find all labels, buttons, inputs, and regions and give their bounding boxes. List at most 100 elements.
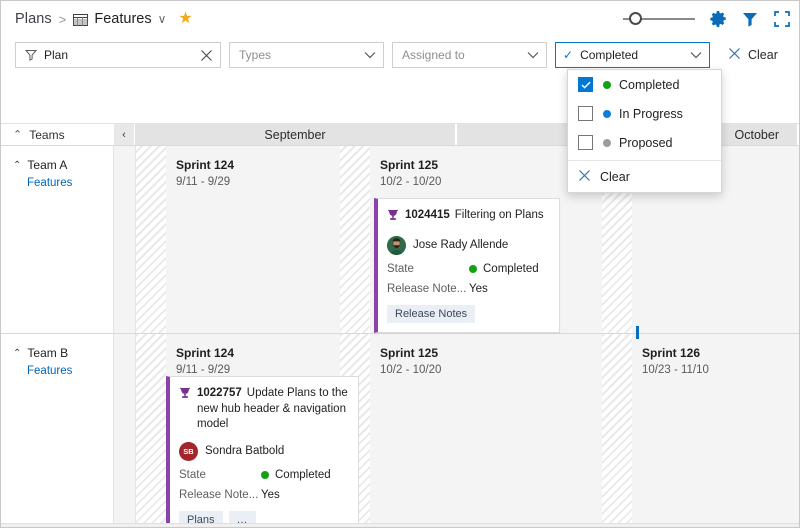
chevron-down-icon[interactable]: ∨ (158, 12, 167, 26)
sprint-dates: 10/2 - 10/20 (380, 364, 442, 376)
lane-gutter (114, 334, 136, 525)
sprint-gap-hatch (340, 146, 370, 333)
team-name-label: Team B (27, 346, 69, 360)
search-input-value: Plan (44, 48, 69, 62)
fullscreen-icon[interactable] (773, 10, 791, 28)
work-item-title-text: 1024415 Filtering on Plans (405, 208, 544, 224)
sprint-name: Sprint 125 (380, 346, 439, 360)
state-dot-icon (603, 138, 611, 147)
teams-column-header[interactable]: ⌃ Teams (1, 124, 114, 145)
sprint-cell: Sprint 125 10/2 - 10/20 (370, 334, 602, 525)
breadcrumb-root[interactable]: Plans (15, 11, 52, 27)
search-input[interactable]: Plan (15, 42, 221, 68)
team-name-label: Team A (27, 158, 68, 172)
work-item-field: Release Note... Yes (179, 489, 348, 501)
state-dot-icon (469, 264, 477, 273)
work-item-title-text: 1022757 Update Plans to the new hub heade… (197, 386, 348, 433)
close-icon (578, 169, 591, 185)
state-option-proposed[interactable]: Proposed (568, 128, 721, 157)
zoom-slider-knob[interactable] (629, 12, 642, 25)
team-row: ⌃ Team B Features Sprint 124 9/11 - 9/29 (1, 326, 799, 527)
assignee-name: Jose Rady Allende (413, 239, 509, 252)
types-filter-dropdown[interactable]: Types (229, 42, 384, 68)
work-item-card[interactable]: 1024415 Filtering on Plans Jose Rady All… (374, 198, 560, 333)
work-item-tags: Release Notes (387, 304, 549, 323)
field-name: State (179, 468, 206, 481)
team-backlog-link[interactable]: Features (27, 365, 113, 377)
lane-gutter (114, 146, 136, 333)
plan-board: ⌃ Team A Features Sprint 124 9/11 - 9/29… (1, 146, 799, 527)
sprint-dates: 9/11 - 9/29 (176, 364, 231, 376)
sprint-cell: Sprint 126 10/23 - 11/10 (632, 334, 798, 525)
assigned-to-filter-placeholder: Assigned to (402, 48, 465, 62)
tag[interactable]: Release Notes (387, 304, 476, 323)
sprint-dates: 9/11 - 9/29 (176, 176, 231, 188)
state-option-label: Proposed (619, 135, 673, 150)
close-icon (728, 47, 741, 63)
toolbar (623, 1, 791, 37)
types-filter-placeholder: Types (239, 48, 272, 62)
work-item-field: State Completed (179, 469, 348, 481)
state-filter-value: Completed (580, 48, 639, 62)
collapse-timeline-button[interactable]: ‹ (114, 124, 135, 145)
state-option-completed[interactable]: Completed (568, 70, 721, 99)
field-value-text: Yes (469, 282, 488, 295)
breadcrumb: Plans > Features ∨ ★ (1, 1, 799, 37)
zoom-slider[interactable] (623, 11, 695, 27)
chevron-down-icon (690, 51, 702, 59)
gear-icon[interactable] (709, 10, 727, 28)
state-option-in-progress[interactable]: In Progress (568, 99, 721, 128)
trophy-icon (179, 387, 191, 405)
team-info-cell: ⌃ Team B Features (1, 334, 114, 525)
breadcrumb-separator: > (58, 11, 67, 27)
sprint-dates: 10/23 - 11/10 (642, 364, 709, 376)
work-item-id: 1024415 (405, 209, 450, 221)
work-item-field: State Completed (387, 263, 549, 275)
horizontal-scrollbar[interactable] (1, 523, 799, 527)
work-item-title-row: 1022757 Update Plans to the new hub heade… (179, 386, 348, 433)
work-item-card[interactable]: 1022757 Update Plans to the new hub heade… (166, 376, 359, 527)
check-icon: ✓ (563, 48, 574, 62)
checkbox-icon[interactable] (578, 135, 593, 150)
checkbox-checked-icon[interactable] (578, 77, 593, 92)
month-header-september: September (135, 124, 457, 145)
sprint-gap-hatch (136, 334, 166, 525)
team-name-toggle[interactable]: ⌃ Team B (13, 346, 113, 360)
trophy-icon (387, 209, 399, 227)
state-dot-icon (603, 109, 611, 118)
state-filter-dropdown[interactable]: ✓ Completed (555, 42, 710, 68)
filter-icon[interactable] (741, 10, 759, 28)
state-dot-icon (261, 470, 269, 479)
work-item-title-row: 1024415 Filtering on Plans (387, 208, 549, 227)
team-info-cell: ⌃ Team A Features (1, 146, 114, 333)
favorite-star-icon[interactable]: ★ (178, 11, 192, 27)
clear-filters-button[interactable]: Clear (728, 47, 778, 63)
clear-filters-label: Clear (748, 48, 778, 62)
breadcrumb-current[interactable]: Features (94, 11, 151, 27)
avatar: SB (179, 441, 198, 461)
work-item-id: 1022757 (197, 387, 242, 399)
checkbox-icon[interactable] (578, 106, 593, 121)
sprint-gap-hatch (602, 334, 632, 525)
field-value-text: Completed (483, 262, 539, 275)
field-value: Completed (261, 469, 331, 481)
field-name: Release Note... (387, 282, 467, 295)
sprint-gap-hatch (136, 146, 166, 333)
state-menu-clear-button[interactable]: Clear (568, 161, 721, 192)
sprint-cell: Sprint 124 9/11 - 9/29 (166, 334, 359, 527)
clear-search-icon[interactable] (200, 49, 213, 62)
avatar (387, 235, 406, 255)
state-option-label: Completed (619, 77, 680, 92)
sprint-name: Sprint 124 (176, 346, 235, 360)
team-backlog-link[interactable]: Features (27, 177, 113, 189)
work-item-assignee: SB Sondra Batbold (179, 441, 348, 461)
assigned-to-filter-dropdown[interactable]: Assigned to (392, 42, 547, 68)
chevron-up-icon: ⌃ (13, 347, 22, 359)
state-option-label: In Progress (619, 106, 683, 121)
state-dot-icon (603, 80, 611, 89)
field-name: Release Note... (179, 488, 259, 501)
chevron-down-icon (527, 51, 539, 59)
team-name-toggle[interactable]: ⌃ Team A (13, 158, 113, 172)
state-filter-menu: Completed In Progress Proposed Clear (567, 69, 722, 193)
teams-header-label: Teams (29, 127, 65, 142)
